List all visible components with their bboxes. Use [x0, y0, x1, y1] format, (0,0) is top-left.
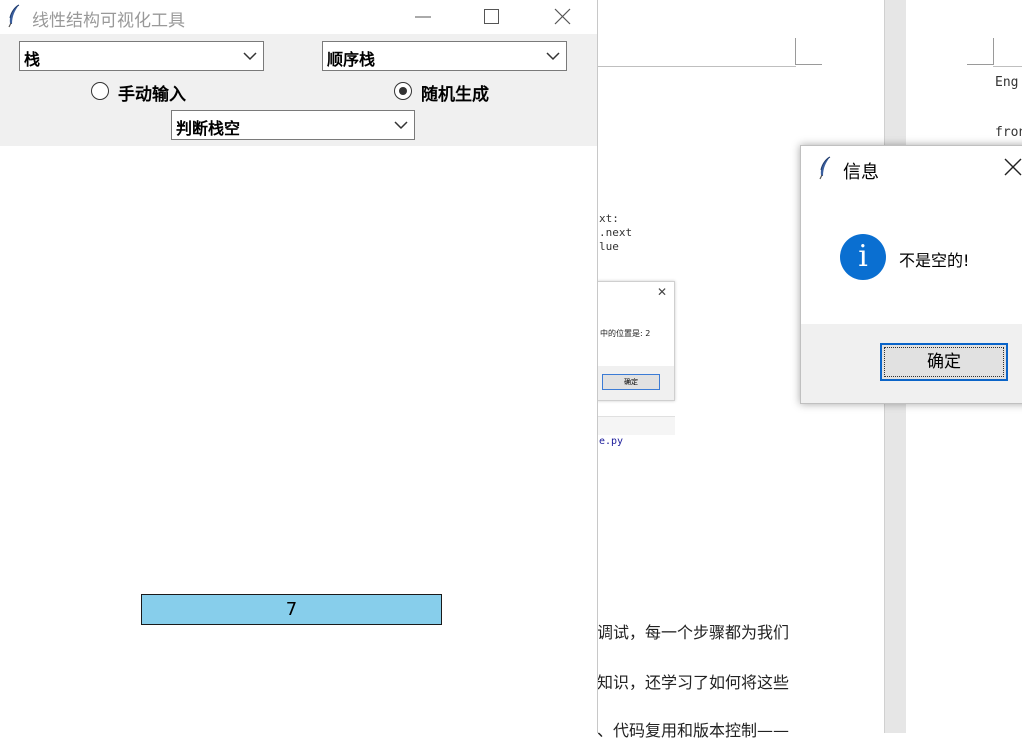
close-button[interactable] [539, 0, 585, 34]
operation-select-value: 判断栈空 [176, 119, 241, 138]
code-line: Eng [995, 75, 1019, 90]
info-message: 不是空的! [899, 251, 970, 270]
main-window: 线性结构可视化工具 栈 顺序栈 手动输入 随机生成 判断栈空 7 [0, 0, 598, 733]
controls-panel: 栈 顺序栈 手动输入 随机生成 判断栈空 [0, 34, 597, 146]
maximize-button[interactable] [468, 0, 514, 34]
stack-element: 7 [141, 594, 442, 625]
page-corner-mark [967, 38, 994, 65]
visualization-canvas [0, 146, 597, 733]
chevron-down-icon [394, 121, 408, 130]
close-icon: ✕ [657, 285, 668, 299]
close-icon [554, 8, 571, 25]
file-link: e.py [599, 436, 624, 447]
maximize-icon [484, 9, 499, 24]
page-corner-mark [795, 38, 822, 65]
feather-icon [819, 156, 831, 180]
minimize-icon [415, 16, 431, 18]
doc-paragraph-line: 调试，每一个步骤都为我们 [597, 623, 790, 642]
radio-selected-dot [399, 87, 407, 95]
doc-paragraph-line: 、代码复用和版本控制—— [597, 721, 790, 740]
window-title: 线性结构可视化工具 [32, 11, 185, 31]
radio-manual-input[interactable] [91, 82, 109, 100]
implementation-select[interactable]: 顺序栈 [322, 41, 567, 71]
code-line: fron [995, 125, 1022, 140]
doc-divider [598, 66, 796, 67]
background-dialog-ok-button: 确定 [602, 374, 660, 390]
radio-random-generate[interactable] [394, 82, 412, 100]
code-line: .next [599, 226, 633, 239]
close-icon[interactable] [1003, 157, 1022, 177]
feather-icon [8, 4, 20, 28]
info-dialog: 信息 i 不是空的! 确定 [800, 145, 1022, 404]
code-line: lue [599, 240, 619, 253]
ok-button[interactable]: 确定 [880, 343, 1008, 381]
doc-band [597, 416, 675, 435]
chevron-down-icon [243, 52, 257, 61]
ok-button-label: 确定 [927, 352, 961, 372]
doc-divider [993, 66, 1022, 67]
title-bar: 线性结构可视化工具 [0, 0, 597, 34]
background-dialog-message: 中的位置是: 2 [600, 329, 651, 338]
radio-random-generate-label[interactable]: 随机生成 [421, 80, 489, 105]
info-icon: i [840, 234, 886, 280]
background-dialog: ✕ 中的位置是: 2 确定 [597, 281, 675, 401]
structure-select-value: 栈 [24, 50, 41, 69]
info-icon-glyph: i [858, 239, 868, 274]
radio-manual-input-label[interactable]: 手动输入 [118, 80, 186, 105]
doc-paragraph-line: 知识，还学习了如何将这些 [597, 673, 790, 692]
info-dialog-title: 信息 [843, 162, 879, 183]
operation-select[interactable]: 判断栈空 [171, 110, 415, 140]
structure-select[interactable]: 栈 [19, 41, 264, 71]
code-line: xt: [599, 212, 619, 225]
minimize-button[interactable] [400, 0, 446, 34]
implementation-select-value: 顺序栈 [327, 50, 376, 69]
chevron-down-icon [546, 52, 560, 61]
